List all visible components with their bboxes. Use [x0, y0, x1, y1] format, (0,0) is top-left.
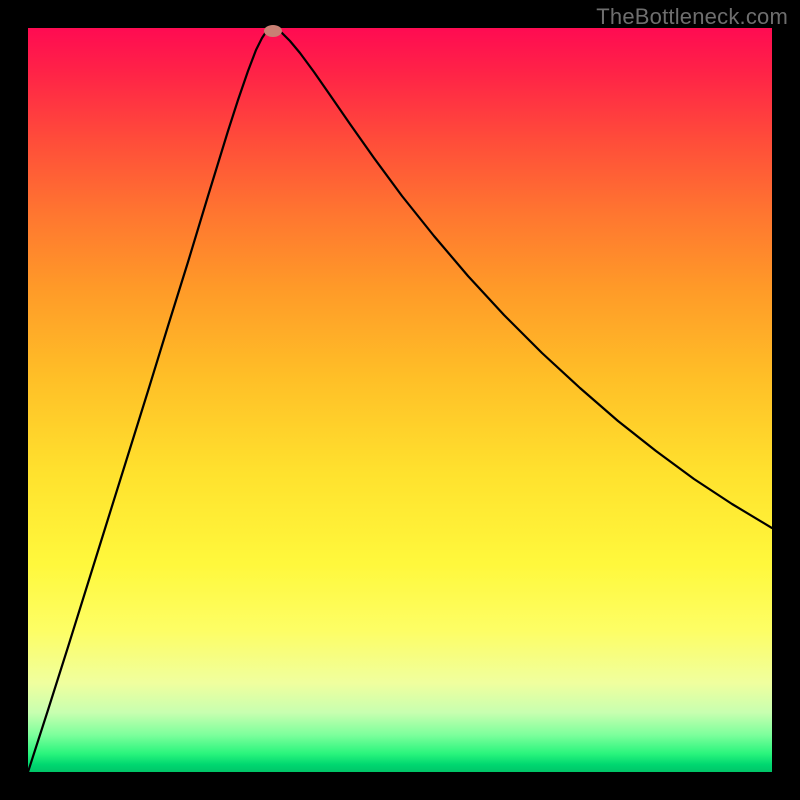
bottleneck-curve — [28, 28, 772, 772]
watermark-text: TheBottleneck.com — [596, 4, 788, 30]
min-point-marker — [264, 25, 282, 37]
plot-area — [28, 28, 772, 772]
